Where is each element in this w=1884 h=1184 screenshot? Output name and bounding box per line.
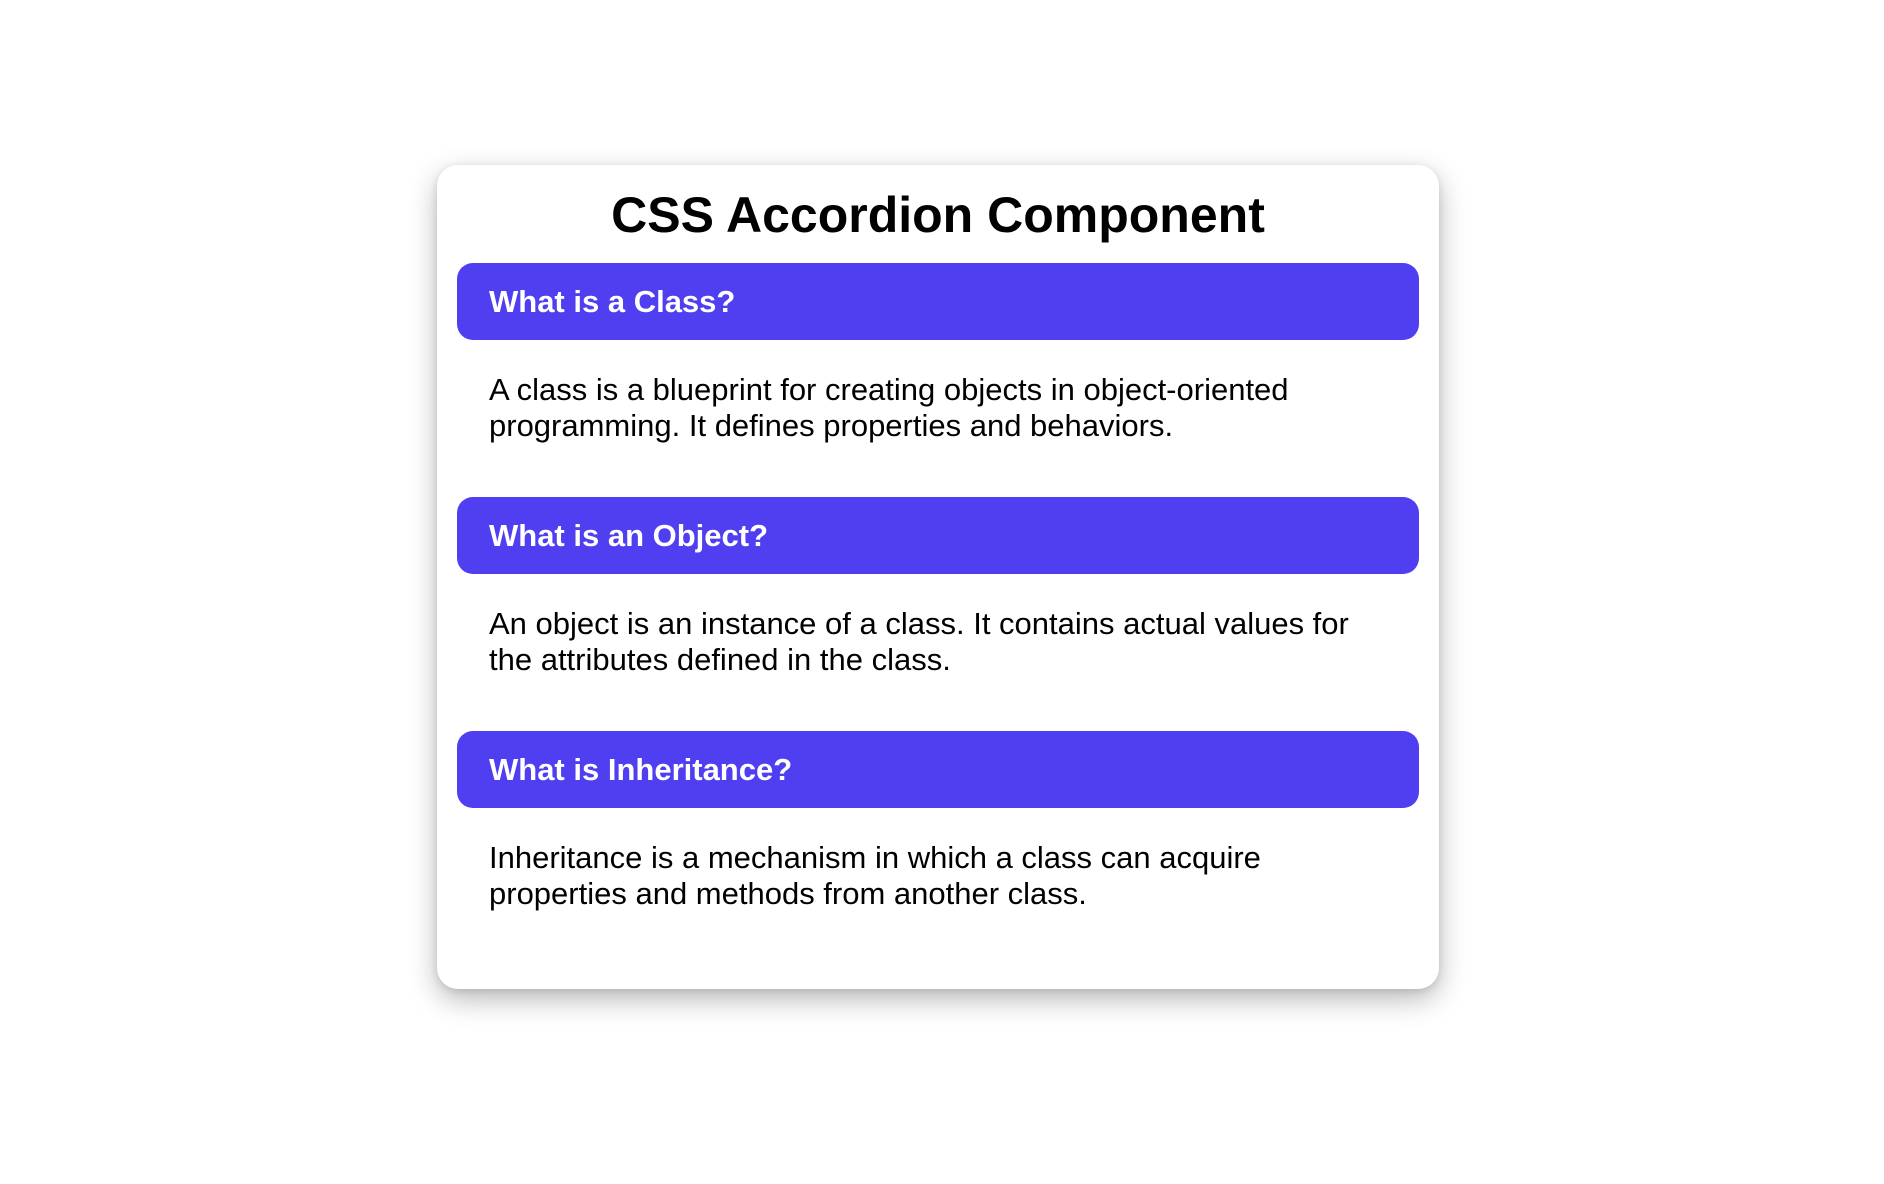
accordion-header-inheritance[interactable]: What is Inheritance? — [457, 731, 1419, 808]
accordion-answer: A class is a blueprint for creating obje… — [489, 372, 1289, 443]
accordion-item: What is a Class? A class is a blueprint … — [457, 263, 1419, 497]
accordion: What is a Class? A class is a blueprint … — [457, 263, 1419, 965]
accordion-panel-class: A class is a blueprint for creating obje… — [457, 340, 1419, 497]
accordion-item: What is Inheritance? Inheritance is a me… — [457, 731, 1419, 965]
accordion-panel-object: An object is an instance of a class. It … — [457, 574, 1419, 731]
accordion-header-object[interactable]: What is an Object? — [457, 497, 1419, 574]
page-title: CSS Accordion Component — [611, 187, 1265, 243]
accordion-header-class[interactable]: What is a Class? — [457, 263, 1419, 340]
accordion-card: CSS Accordion Component What is a Class?… — [437, 165, 1439, 989]
accordion-answer: An object is an instance of a class. It … — [489, 606, 1349, 677]
accordion-panel-inheritance: Inheritance is a mechanism in which a cl… — [457, 808, 1419, 965]
accordion-item: What is an Object? An object is an insta… — [457, 497, 1419, 731]
accordion-answer: Inheritance is a mechanism in which a cl… — [489, 840, 1261, 911]
